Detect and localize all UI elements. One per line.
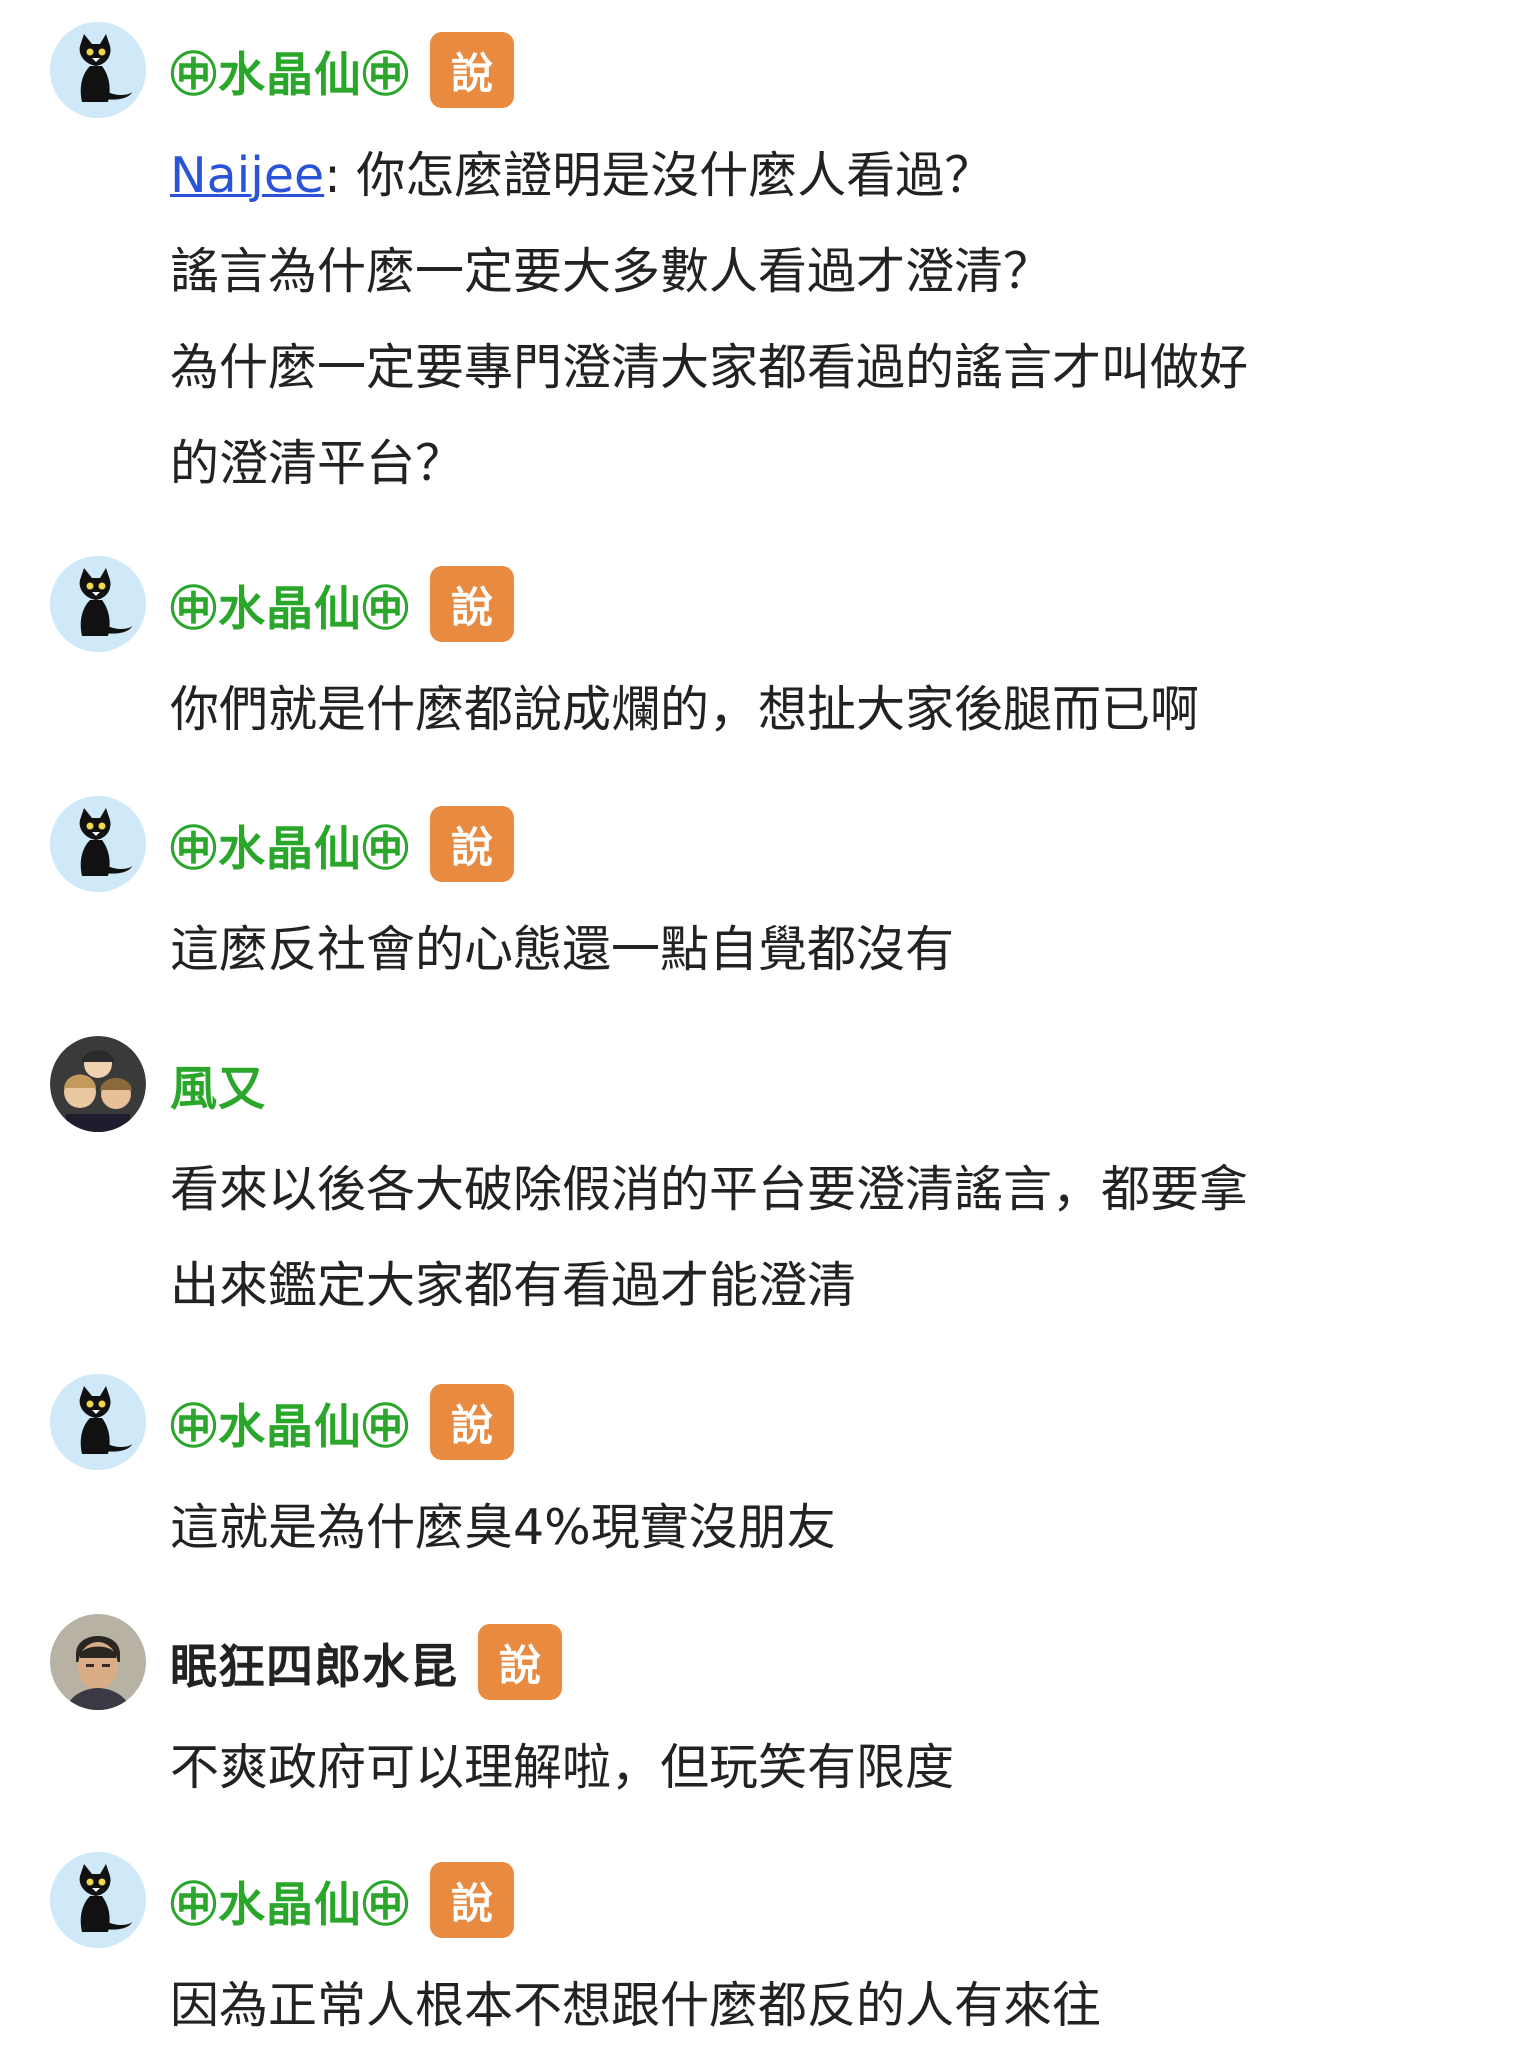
comment-body: Naijee: 你怎麼證明是沒什麼人看過？ 謠言為什麼一定要大多數人看過才澄清？… xyxy=(170,128,1480,512)
black-cat-avatar[interactable] xyxy=(50,1852,146,1948)
mention-link[interactable]: Naijee xyxy=(170,147,324,204)
black-cat-icon xyxy=(50,1852,146,1948)
samurai-portrait-icon xyxy=(50,1614,146,1710)
comment-line: 出來鑑定大家都有看過才能澄清 xyxy=(170,1257,857,1314)
comment-line: 因為正常人根本不想跟什麼都反的人有來往 xyxy=(170,1977,1102,2034)
comment-line: 不爽政府可以理解啦，但玩笑有限度 xyxy=(170,1739,955,1796)
comment-body: 你們就是什麼都說成爛的，想扯大家後腿而已啊 xyxy=(170,662,1480,758)
comment-line: 你們就是什麼都說成爛的，想扯大家後腿而已啊 xyxy=(170,681,1200,738)
comment-line: 看來以後各大破除假消的平台要澄清謠言，都要拿 xyxy=(170,1161,1249,1218)
username[interactable]: ㊥水晶仙㊥ xyxy=(170,36,410,105)
black-cat-avatar[interactable] xyxy=(50,1374,146,1470)
comment-body: 因為正常人根本不想跟什麼都反的人有來往 xyxy=(170,1958,1480,2054)
username[interactable]: ㊥水晶仙㊥ xyxy=(170,570,410,639)
comment-body: 看來以後各大破除假消的平台要澄清謠言，都要拿 出來鑑定大家都有看過才能澄清 xyxy=(170,1142,1480,1334)
username[interactable]: 風又 xyxy=(170,1050,266,1119)
black-cat-icon xyxy=(50,556,146,652)
say-badge: 說 xyxy=(430,566,514,642)
say-badge: 說 xyxy=(430,1384,514,1460)
username[interactable]: ㊥水晶仙㊥ xyxy=(170,1866,410,1935)
comment-line: 的澄清平台？ xyxy=(170,435,465,492)
username[interactable]: ㊥水晶仙㊥ xyxy=(170,810,410,879)
comment-line: 這麼反社會的心態還一點自覺都沒有 xyxy=(170,921,955,978)
say-badge: 說 xyxy=(478,1624,562,1700)
comment-body: 這麼反社會的心態還一點自覺都沒有 xyxy=(170,902,1480,998)
say-badge: 說 xyxy=(430,32,514,108)
comment-body: 這就是為什麼臭4%現實沒朋友 xyxy=(170,1480,1480,1576)
comment-text: : 你怎麼證明是沒什麼人看過？ xyxy=(324,147,994,204)
say-badge: 說 xyxy=(430,806,514,882)
black-cat-avatar[interactable] xyxy=(50,556,146,652)
comment-thread: ㊥水晶仙㊥ 說 Naijee: 你怎麼證明是沒什麼人看過？ 謠言為什麼一定要大多… xyxy=(0,0,1522,2048)
comment-line: 這就是為什麼臭4%現實沒朋友 xyxy=(170,1499,836,1556)
comment-line: 為什麼一定要專門澄清大家都看過的謠言才叫做好 xyxy=(170,339,1249,396)
samurai-portrait-avatar[interactable] xyxy=(50,1614,146,1710)
comment-line: Naijee: 你怎麼證明是沒什麼人看過？ xyxy=(170,128,1480,224)
comment-line: 謠言為什麼一定要大多數人看過才澄清？ xyxy=(170,243,1053,300)
black-cat-avatar[interactable] xyxy=(50,22,146,118)
username[interactable]: ㊥水晶仙㊥ xyxy=(170,1388,410,1457)
username[interactable]: 眠狂四郎水昆 xyxy=(170,1628,458,1697)
black-cat-icon xyxy=(50,1374,146,1470)
anime-group-icon xyxy=(50,1036,146,1132)
say-badge: 說 xyxy=(430,1862,514,1938)
black-cat-icon xyxy=(50,796,146,892)
anime-group-avatar[interactable] xyxy=(50,1036,146,1132)
black-cat-icon xyxy=(50,22,146,118)
comment-body: 不爽政府可以理解啦，但玩笑有限度 xyxy=(170,1720,1480,1816)
black-cat-avatar[interactable] xyxy=(50,796,146,892)
